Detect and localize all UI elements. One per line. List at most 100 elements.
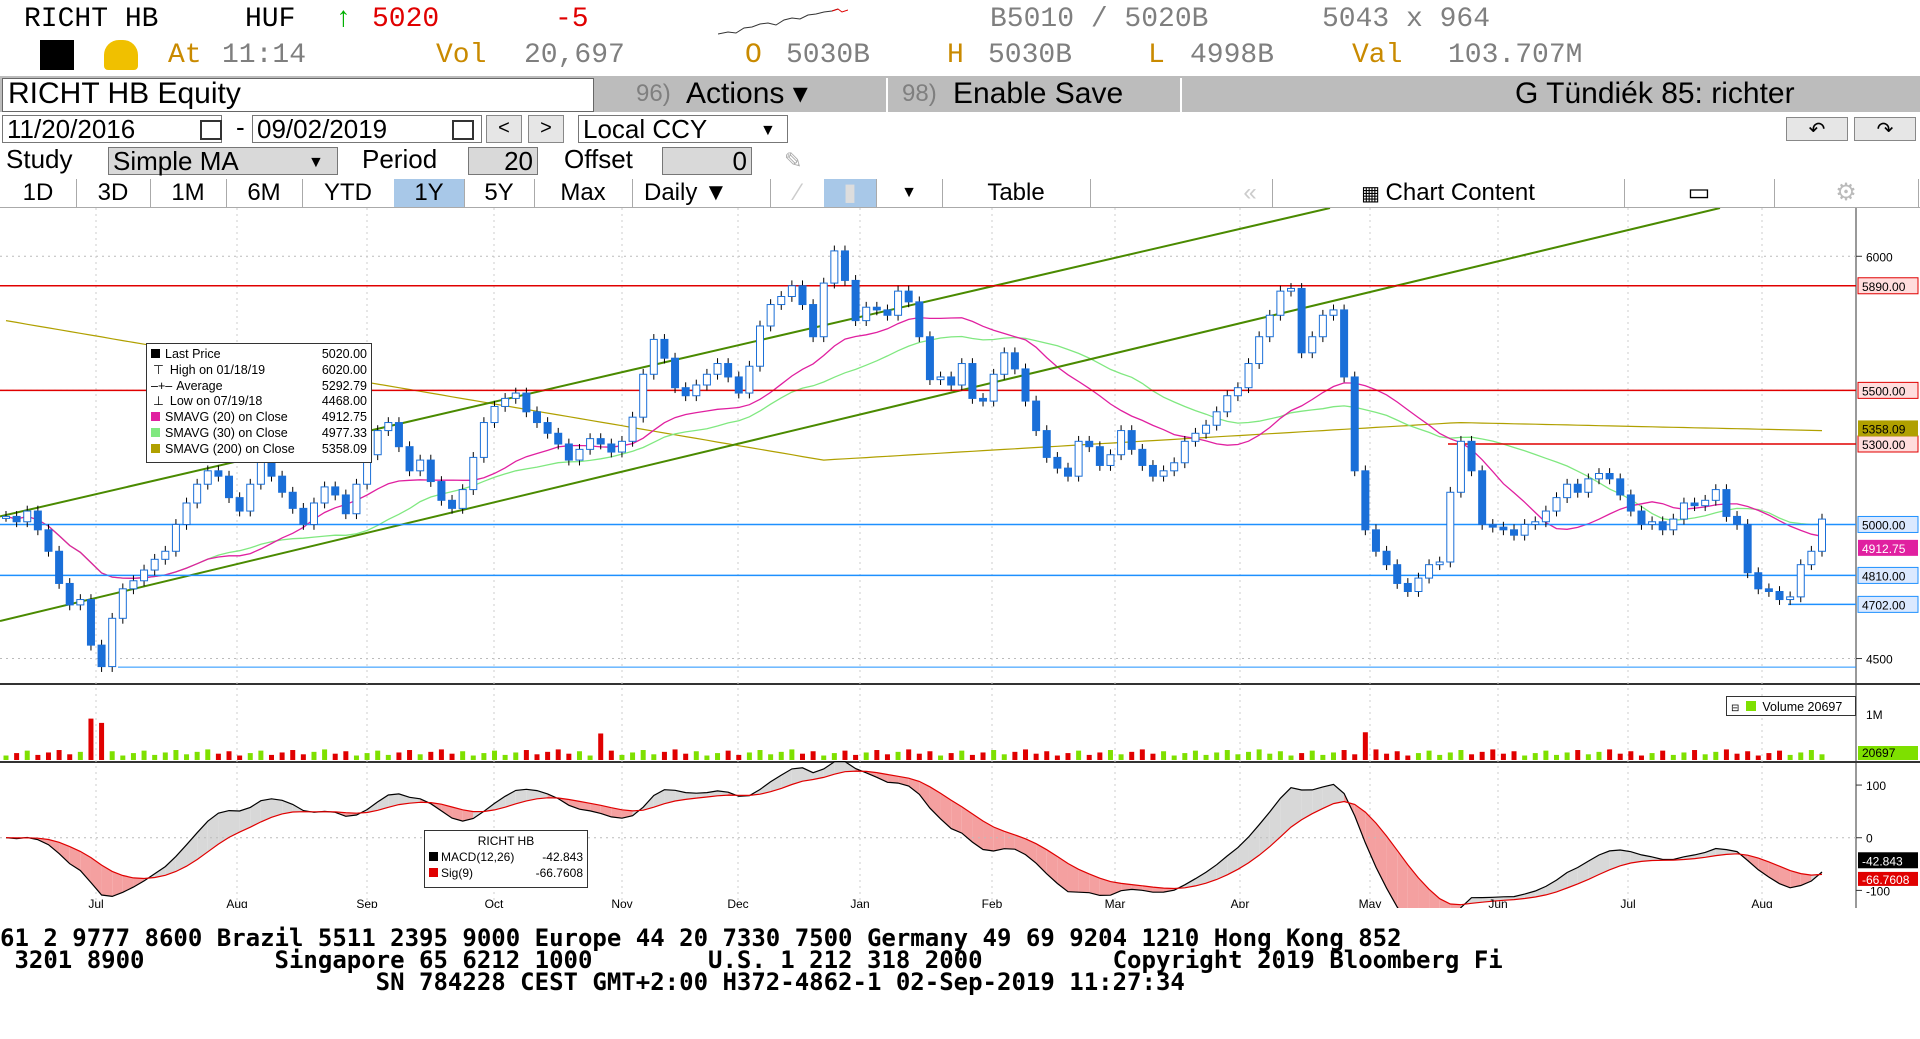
candle: [1711, 489, 1720, 501]
candle: [150, 558, 159, 571]
volume-bar: [407, 750, 413, 760]
chart-content-button[interactable]: ▦ Chart Content: [1272, 179, 1625, 207]
volume-bar: [1564, 752, 1570, 760]
volume-bar: [1511, 751, 1517, 760]
volume-bar: [77, 751, 83, 760]
actions-menu[interactable]: Actions ▾: [686, 78, 808, 110]
candle: [596, 438, 605, 445]
candle: [809, 304, 818, 338]
chevron-down-icon[interactable]: ▼: [760, 122, 776, 140]
chart-type-dropdown[interactable]: ▼: [876, 179, 943, 207]
volume-bar: [778, 751, 784, 760]
candle: [1446, 491, 1455, 563]
candle: [1414, 577, 1423, 593]
tab-1y[interactable]: 1Y: [394, 179, 465, 207]
volume-bar: [1490, 749, 1496, 760]
offset-input[interactable]: 0: [662, 147, 752, 175]
open-label: O: [745, 40, 762, 71]
val-value: 103.707M: [1448, 40, 1583, 71]
candle: [989, 373, 998, 402]
tab-5y[interactable]: 5Y: [464, 179, 535, 207]
candle-chart-icon[interactable]: ▮: [824, 179, 877, 207]
enable-save-button[interactable]: Enable Save: [953, 78, 1123, 110]
volume-bar: [1118, 754, 1124, 760]
volume-bar: [1500, 753, 1506, 760]
candle: [1170, 462, 1179, 472]
calendar-icon[interactable]: [200, 120, 222, 140]
candle: [1032, 400, 1041, 432]
tab-3d[interactable]: 3D: [76, 179, 151, 207]
high-value: 5030B: [988, 40, 1073, 71]
pencil-icon[interactable]: ✎: [784, 148, 802, 174]
volume-bar: [1394, 751, 1400, 760]
gear-icon[interactable]: ⚙: [1774, 179, 1919, 207]
undo-button[interactable]: ↶: [1786, 117, 1848, 141]
candle: [1191, 432, 1200, 442]
legend-sma20-value: 4912.75: [321, 410, 367, 425]
next-period-button[interactable]: >: [528, 115, 564, 143]
tab-1m[interactable]: 1M: [150, 179, 227, 207]
volume-bar: [948, 753, 954, 760]
candle: [1063, 467, 1072, 477]
candle: [894, 290, 903, 316]
volume-bar: [757, 750, 763, 760]
study-select[interactable]: Simple MA: [108, 147, 338, 175]
volume-bar: [598, 733, 604, 760]
candle: [1690, 502, 1699, 507]
candle: [947, 376, 956, 386]
candle: [1541, 510, 1550, 523]
volume-bar: [109, 751, 115, 760]
frequency-select[interactable]: Daily ▼: [632, 179, 771, 207]
volume-bar: [672, 749, 678, 760]
prev-period-button[interactable]: <: [486, 115, 522, 143]
volume-value: 20,697: [524, 40, 625, 71]
candle: [1265, 314, 1274, 338]
volume-bar: [1458, 750, 1464, 760]
volume-bar: [290, 750, 296, 760]
candle: [1233, 387, 1242, 397]
volume-bar: [1256, 749, 1262, 760]
tab-ytd[interactable]: YTD: [302, 179, 395, 207]
volume-bar: [1224, 750, 1230, 760]
volume-bar: [1787, 754, 1793, 760]
macd-fill: [207, 813, 219, 852]
candle: [713, 363, 722, 375]
tab-6m[interactable]: 6M: [226, 179, 303, 207]
edit-chart-icon[interactable]: ▭: [1624, 179, 1775, 207]
volume-bar: [1755, 755, 1761, 760]
volume-bar: [853, 754, 859, 760]
candle: [118, 588, 127, 619]
table-button[interactable]: Table: [942, 179, 1091, 207]
volume-tick-label: 1M: [1866, 708, 1883, 722]
chevron-down-icon[interactable]: ▼: [308, 154, 324, 172]
volume-bar: [300, 754, 306, 760]
macd-legend-title: RICHT HB: [477, 834, 535, 848]
line-chart-icon[interactable]: ⁄: [772, 179, 825, 207]
volume-bar: [88, 718, 94, 760]
low-value: 4998B: [1190, 40, 1275, 71]
volume-bar: [991, 750, 997, 760]
candle: [331, 486, 340, 496]
volume-bar: [492, 750, 498, 760]
end-date-input[interactable]: 09/02/2019: [252, 115, 482, 143]
volume-bar: [99, 722, 105, 760]
currency-select[interactable]: Local CCY: [578, 115, 788, 143]
security-title: RICHT HB Equity: [8, 77, 241, 110]
start-date-input[interactable]: 11/20/2016: [2, 115, 222, 143]
vol-label: Vol: [436, 40, 487, 71]
macd-fill: [961, 806, 973, 843]
legend-sma20-label: SMAVG (20) on Close: [165, 410, 288, 425]
gauge-icon[interactable]: [104, 40, 138, 70]
volume-bar: [1309, 750, 1315, 760]
candle: [1764, 588, 1773, 592]
volume-bar: [353, 755, 359, 760]
period-input[interactable]: 20: [468, 147, 538, 175]
calendar-icon[interactable]: [452, 120, 474, 140]
tab-max[interactable]: Max: [534, 179, 633, 207]
collapse-icon[interactable]: «: [1228, 179, 1273, 207]
redo-button[interactable]: ↷: [1854, 117, 1916, 141]
tab-1d[interactable]: 1D: [0, 179, 77, 207]
volume-bar: [842, 750, 848, 760]
footer-line-3: SN 784228 CEST GMT+2:00 H372-4862-1 02-S…: [0, 968, 1185, 996]
candle: [1318, 314, 1327, 338]
